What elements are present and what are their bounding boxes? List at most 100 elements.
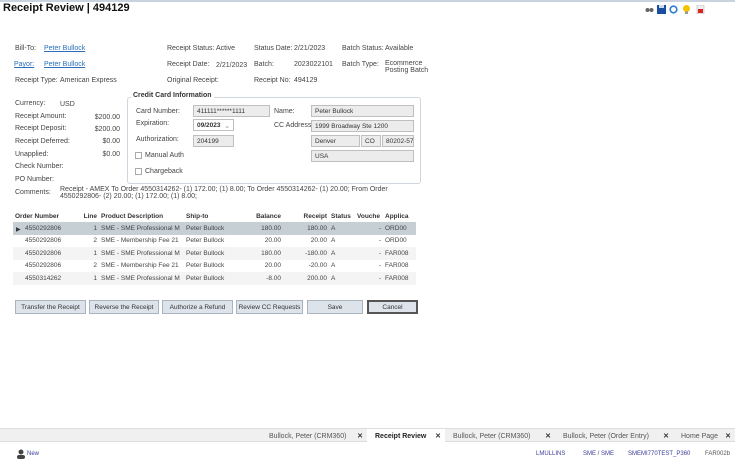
expiration-select[interactable]: 09/2023 ⌄ bbox=[193, 119, 234, 131]
receipt-no-value: 494129 bbox=[294, 77, 318, 84]
unapplied-label: Unapplied: bbox=[15, 151, 49, 158]
cell-status: A bbox=[331, 262, 336, 270]
tab-crm360-1[interactable]: Bullock, Peter (CRM360) ✕ bbox=[261, 429, 367, 443]
cell-balance: 180.00 bbox=[239, 222, 283, 235]
cc-zip-field[interactable]: 80202-573 bbox=[382, 135, 414, 147]
col-voucher[interactable]: Vouche bbox=[355, 211, 383, 222]
cc-address-field[interactable]: 1999 Broadway Ste 1200 bbox=[311, 120, 414, 132]
cc-name-field[interactable]: Peter Bullock bbox=[311, 105, 414, 117]
review-cc-requests-button[interactable]: Review CC Requests bbox=[236, 300, 303, 314]
cell-receipt: -180.00 bbox=[283, 247, 329, 260]
cell-receipt: 20.00 bbox=[310, 237, 327, 245]
table-row[interactable]: 4550292806 2 SME - Membership Fee 21 Peter … bbox=[13, 260, 416, 273]
comments-line-2: 4550292806- (2) 20.00; (1) 172.00; (1) 8… bbox=[60, 193, 197, 200]
tab-receipt-review[interactable]: Receipt Review ✕ bbox=[367, 429, 445, 443]
status-environment: SMEMI770TEST_P360 bbox=[628, 451, 691, 457]
transfer-receipt-button[interactable]: Transfer the Receipt bbox=[15, 300, 86, 314]
close-icon[interactable]: ✕ bbox=[545, 432, 551, 440]
chargeback-checkbox[interactable] bbox=[135, 168, 142, 175]
receipt-date-label: Receipt Date: bbox=[167, 61, 210, 68]
save-button[interactable]: Save bbox=[307, 300, 363, 314]
manual-auth-label: Manual Auth bbox=[145, 152, 184, 159]
cell-ship-to: Peter Bullock bbox=[184, 222, 239, 235]
cell-receipt: 200.00 bbox=[283, 272, 329, 285]
table-row[interactable]: 4550292806 1 SME - SME Professional M Peter… bbox=[13, 222, 416, 235]
tab-label: Bullock, Peter (CRM360) bbox=[453, 432, 531, 440]
original-receipt-label: Original Receipt: bbox=[167, 77, 219, 84]
cell-voucher: - bbox=[378, 237, 381, 245]
close-icon[interactable]: ✕ bbox=[435, 432, 441, 440]
cc-state-field[interactable]: CO bbox=[361, 135, 381, 147]
payor-link[interactable]: Peter Bullock bbox=[44, 61, 85, 68]
credit-card-group-title: Credit Card Information bbox=[131, 92, 214, 99]
col-product-description[interactable]: Product Description bbox=[99, 211, 184, 222]
expiration-value: 09/2023 bbox=[197, 122, 221, 129]
batch-status-label: Batch Status: bbox=[342, 45, 384, 52]
col-ship-to[interactable]: Ship-to bbox=[184, 211, 239, 222]
tab-crm360-2[interactable]: Bullock, Peter (CRM360) ✕ bbox=[445, 429, 555, 443]
batch-label: Batch: bbox=[254, 61, 274, 68]
close-icon[interactable]: ✕ bbox=[663, 432, 669, 440]
pdf-icon[interactable] bbox=[696, 5, 705, 14]
cell-applied: ORD00 bbox=[385, 237, 407, 245]
glasses-icon[interactable] bbox=[645, 5, 654, 14]
comments-line-1: Receipt - AMEX To Order 4550314262- (1) … bbox=[60, 186, 388, 193]
comments-label: Comments: bbox=[15, 189, 51, 196]
tab-label: Bullock, Peter (Order Entry) bbox=[563, 432, 649, 440]
document-tabs: Bullock, Peter (CRM360) ✕ Receipt Review ✕… bbox=[0, 428, 735, 443]
tab-order-entry[interactable]: Bullock, Peter (Order Entry) ✕ bbox=[555, 429, 673, 443]
status-date-value: 2/21/2023 bbox=[294, 45, 326, 52]
cell-balance: 20.00 bbox=[264, 262, 281, 270]
batch-type-value-2: Posting Batch bbox=[385, 67, 429, 74]
cell-order-number: 4550292806 bbox=[13, 222, 79, 235]
authorization-label: Authorization: bbox=[136, 136, 179, 143]
status-date-label: Status Date: bbox=[254, 45, 293, 52]
close-icon[interactable]: ✕ bbox=[725, 432, 731, 440]
cell-applied: FAR008 bbox=[383, 272, 416, 285]
authorize-refund-button[interactable]: Authorize a Refund bbox=[162, 300, 233, 314]
chevron-down-icon: ⌄ bbox=[224, 123, 230, 130]
cell-status: A bbox=[329, 247, 355, 260]
new-button[interactable]: New bbox=[27, 451, 39, 457]
chargeback-label: Chargeback bbox=[145, 168, 183, 175]
cell-applied: FAR008 bbox=[385, 262, 409, 270]
close-icon[interactable]: ✕ bbox=[357, 432, 363, 440]
cell-line: 2 bbox=[93, 262, 97, 270]
manual-auth-checkbox[interactable] bbox=[135, 152, 142, 159]
col-receipt[interactable]: Receipt bbox=[283, 211, 329, 222]
cc-city-field[interactable]: Denver bbox=[311, 135, 360, 147]
cancel-button[interactable]: Cancel bbox=[367, 300, 418, 314]
table-row[interactable]: 4550292806 1 SME - SME Professional M Peter… bbox=[13, 247, 416, 260]
cell-voucher: - bbox=[355, 222, 383, 235]
col-line[interactable]: Line bbox=[79, 211, 99, 222]
expiration-label: Expiration: bbox=[136, 120, 170, 127]
col-applied[interactable]: Applica bbox=[383, 211, 416, 222]
user-icon[interactable] bbox=[16, 449, 26, 459]
receipt-date-value: 2/21/2023 bbox=[216, 62, 248, 69]
cell-product-description: SME - SME Professional M bbox=[99, 222, 184, 235]
save-icon[interactable] bbox=[657, 5, 666, 14]
col-status[interactable]: Status bbox=[329, 211, 355, 222]
col-balance[interactable]: Balance bbox=[239, 211, 283, 222]
payor-label-link[interactable]: Payor: bbox=[14, 61, 34, 68]
bill-to-link[interactable]: Peter Bullock bbox=[44, 45, 85, 52]
po-number-label: PO Number: bbox=[15, 176, 54, 183]
col-order-number[interactable]: Order Number bbox=[13, 211, 79, 222]
card-number-field[interactable]: 411111******1111 bbox=[193, 105, 270, 117]
currency-label: Currency: bbox=[15, 100, 46, 107]
bill-to-label: Bill-To: bbox=[15, 45, 37, 52]
refresh-icon[interactable] bbox=[669, 5, 678, 14]
table-row[interactable]: 4550292806 2 SME - Membership Fee 21 Peter … bbox=[13, 235, 416, 248]
lightbulb-icon[interactable] bbox=[682, 5, 691, 14]
receipt-deposit-label: Receipt Deposit: bbox=[15, 125, 67, 132]
reverse-receipt-button[interactable]: Reverse the Receipt bbox=[89, 300, 159, 314]
authorization-field[interactable]: 204199 bbox=[193, 135, 234, 147]
cell-balance: 20.00 bbox=[264, 237, 281, 245]
row-indicator-icon: ▶ bbox=[16, 227, 21, 233]
cell-ship-to: Peter Bullock bbox=[184, 272, 239, 285]
cc-country-field[interactable]: USA bbox=[311, 150, 414, 162]
tab-home-page[interactable]: Home Page ✕ bbox=[673, 429, 735, 443]
cell-ship-to: Peter Bullock bbox=[186, 237, 225, 245]
receipt-type-label: Receipt Type: bbox=[15, 77, 58, 84]
table-row[interactable]: 4550314262 1 SME - SME Professional M Peter… bbox=[13, 272, 416, 285]
